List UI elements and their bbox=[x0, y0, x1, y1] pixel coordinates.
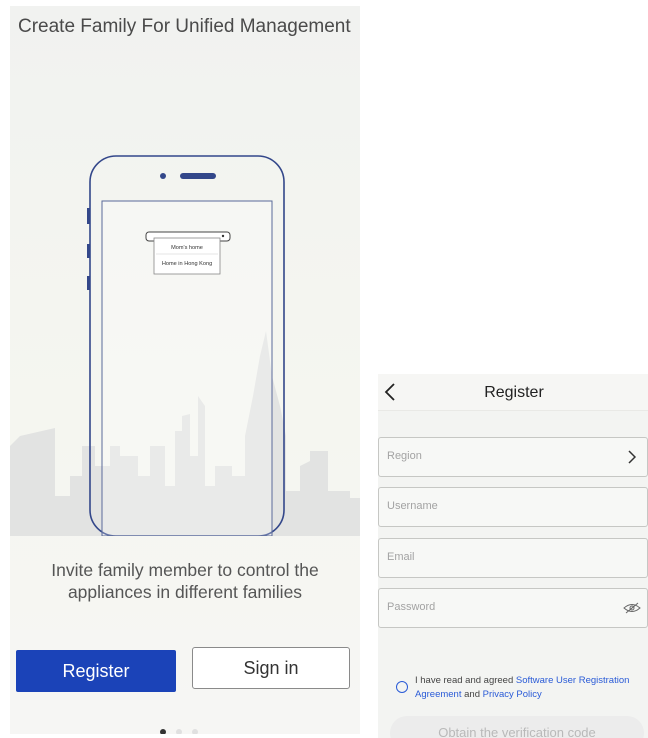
register-screen: Register Region Username Email Password … bbox=[378, 374, 648, 738]
eye-hidden-icon[interactable] bbox=[623, 602, 641, 614]
chevron-right-icon bbox=[628, 450, 637, 464]
region-selector[interactable]: Region bbox=[378, 437, 648, 477]
agreement-conjunction: and bbox=[461, 689, 483, 700]
password-field[interactable]: Password bbox=[378, 588, 648, 628]
register-button[interactable]: Register bbox=[16, 650, 176, 692]
description-line-2: appliances in different families bbox=[67, 582, 303, 602]
agreement-prefix: I have read and agreed bbox=[415, 675, 516, 686]
email-placeholder: Email bbox=[387, 551, 415, 563]
onboarding-description: Invite family member to control the appl… bbox=[10, 559, 360, 603]
family-card-line2: Home in Hong Kong bbox=[162, 261, 212, 267]
description-line-1: Invite family member to control the bbox=[51, 560, 319, 580]
page-indicator bbox=[160, 729, 198, 734]
region-placeholder: Region bbox=[387, 450, 422, 462]
username-placeholder: Username bbox=[387, 500, 438, 512]
agreement-text: I have read and agreed Software User Reg… bbox=[415, 674, 645, 702]
signin-button[interactable]: Sign in bbox=[192, 647, 350, 689]
password-placeholder: Password bbox=[387, 601, 436, 613]
page-title: Register bbox=[484, 384, 544, 401]
page-title: Create Family For Unified Management bbox=[18, 16, 351, 37]
family-illustration: Mom's home Home in Hong Kong bbox=[10, 155, 360, 536]
family-card-line1: Mom's home bbox=[171, 245, 203, 251]
nav-bar: Register bbox=[378, 374, 648, 411]
email-field[interactable]: Email bbox=[378, 538, 648, 578]
family-card: Mom's home Home in Hong Kong bbox=[145, 231, 231, 275]
onboarding-screen: Create Family For Unified Management Mom… bbox=[10, 6, 360, 734]
page-dot bbox=[176, 729, 182, 734]
obtain-verification-code-button[interactable]: Obtain the verification code bbox=[390, 716, 644, 738]
privacy-policy-link[interactable]: Privacy Policy bbox=[483, 689, 542, 700]
agreement-checkbox[interactable] bbox=[396, 681, 408, 693]
agreement-row: I have read and agreed Software User Reg… bbox=[396, 674, 646, 704]
username-field[interactable]: Username bbox=[378, 487, 648, 527]
page-dot-active bbox=[160, 729, 166, 734]
page-dot bbox=[192, 729, 198, 734]
phone-outline bbox=[89, 155, 285, 536]
